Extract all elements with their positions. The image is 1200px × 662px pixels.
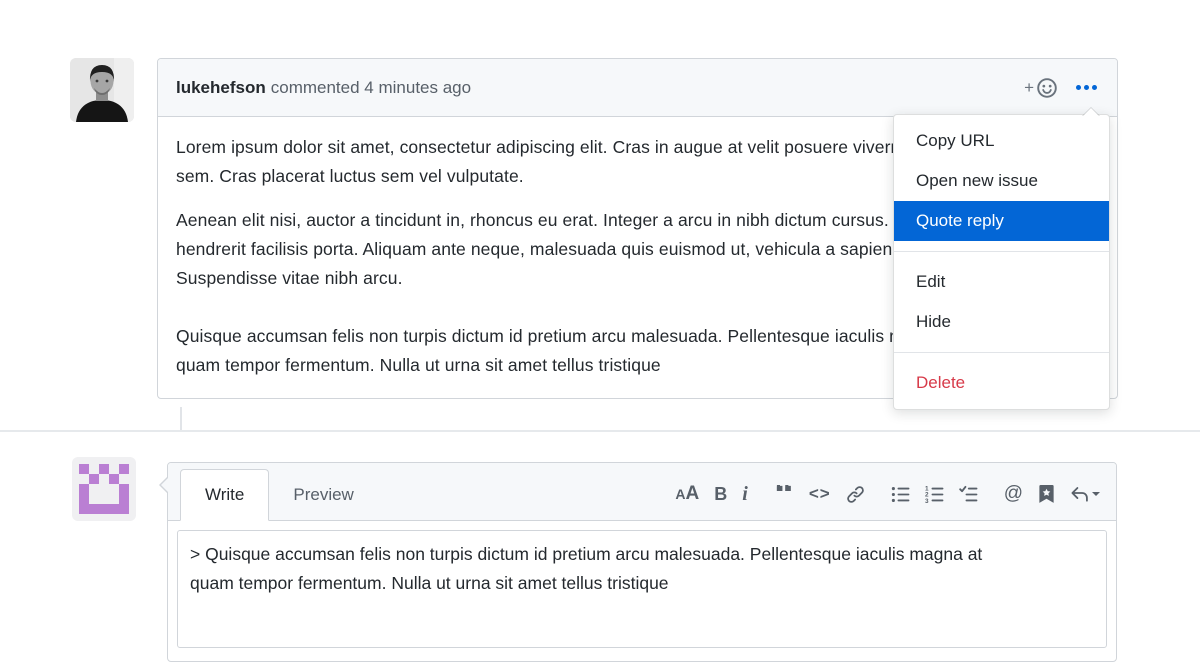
menu-item-open-new-issue[interactable]: Open new issue <box>894 161 1109 201</box>
menu-item-delete[interactable]: Delete <box>894 363 1109 403</box>
svg-text:3: 3 <box>925 497 929 503</box>
tab-preview[interactable]: Preview <box>269 470 377 520</box>
text-size-icon[interactable]: AA <box>675 484 699 504</box>
comment-author[interactable]: lukehefson <box>176 78 266 98</box>
comment-header: lukehefson commented 4 minutes ago + <box>158 59 1117 117</box>
plus-icon: + <box>1024 78 1034 98</box>
avatar-photo[interactable] <box>70 58 134 122</box>
link-icon[interactable] <box>846 484 865 504</box>
unordered-list-icon[interactable] <box>891 484 910 504</box>
markdown-toolbar: AA B i “ <> 123 <box>675 484 1100 520</box>
menu-item-edit[interactable]: Edit <box>894 262 1109 302</box>
menu-item-hide[interactable]: Hide <box>894 302 1109 342</box>
editor-header: Write Preview AA B i “ <> 123 <box>168 463 1116 521</box>
identicon-avatar[interactable] <box>72 457 136 521</box>
smiley-icon <box>1036 77 1058 99</box>
section-divider <box>0 430 1200 432</box>
italic-icon[interactable]: i <box>742 484 748 504</box>
mention-icon[interactable]: @ <box>1004 484 1023 504</box>
ordered-list-icon[interactable]: 123 <box>925 484 944 504</box>
kebab-menu-button[interactable] <box>1074 81 1099 94</box>
task-list-icon[interactable] <box>959 484 978 504</box>
tab-write[interactable]: Write <box>180 469 269 521</box>
add-reaction-button[interactable]: + <box>1024 77 1058 99</box>
reply-arrow-icon[interactable] <box>1070 484 1100 504</box>
comment-options-menu: Copy URL Open new issue Quote reply Edit… <box>893 114 1110 410</box>
menu-item-quote-reply[interactable]: Quote reply <box>894 201 1109 241</box>
dropdown-caret-icon <box>1092 492 1100 500</box>
person-photo-illustration <box>70 58 134 122</box>
kebab-dot <box>1076 85 1081 90</box>
identicon-pattern <box>79 464 129 514</box>
timeline-thread-line <box>180 407 182 431</box>
comment-timestamp: commented 4 minutes ago <box>271 78 471 98</box>
kebab-dot <box>1084 85 1089 90</box>
saved-replies-icon[interactable] <box>1038 484 1055 504</box>
editor-body: > Quisque accumsan felis non turpis dict… <box>168 521 1116 662</box>
bold-icon[interactable]: B <box>714 484 727 504</box>
menu-divider <box>894 352 1109 353</box>
menu-item-copy-url[interactable]: Copy URL <box>894 121 1109 161</box>
code-icon[interactable]: <> <box>809 484 831 504</box>
reply-editor: Write Preview AA B i “ <> 123 <box>167 462 1117 662</box>
comment-textarea[interactable]: > Quisque accumsan felis non turpis dict… <box>177 530 1107 648</box>
kebab-dot <box>1092 85 1097 90</box>
quote-icon[interactable]: “ <box>774 485 794 503</box>
menu-divider <box>894 251 1109 252</box>
